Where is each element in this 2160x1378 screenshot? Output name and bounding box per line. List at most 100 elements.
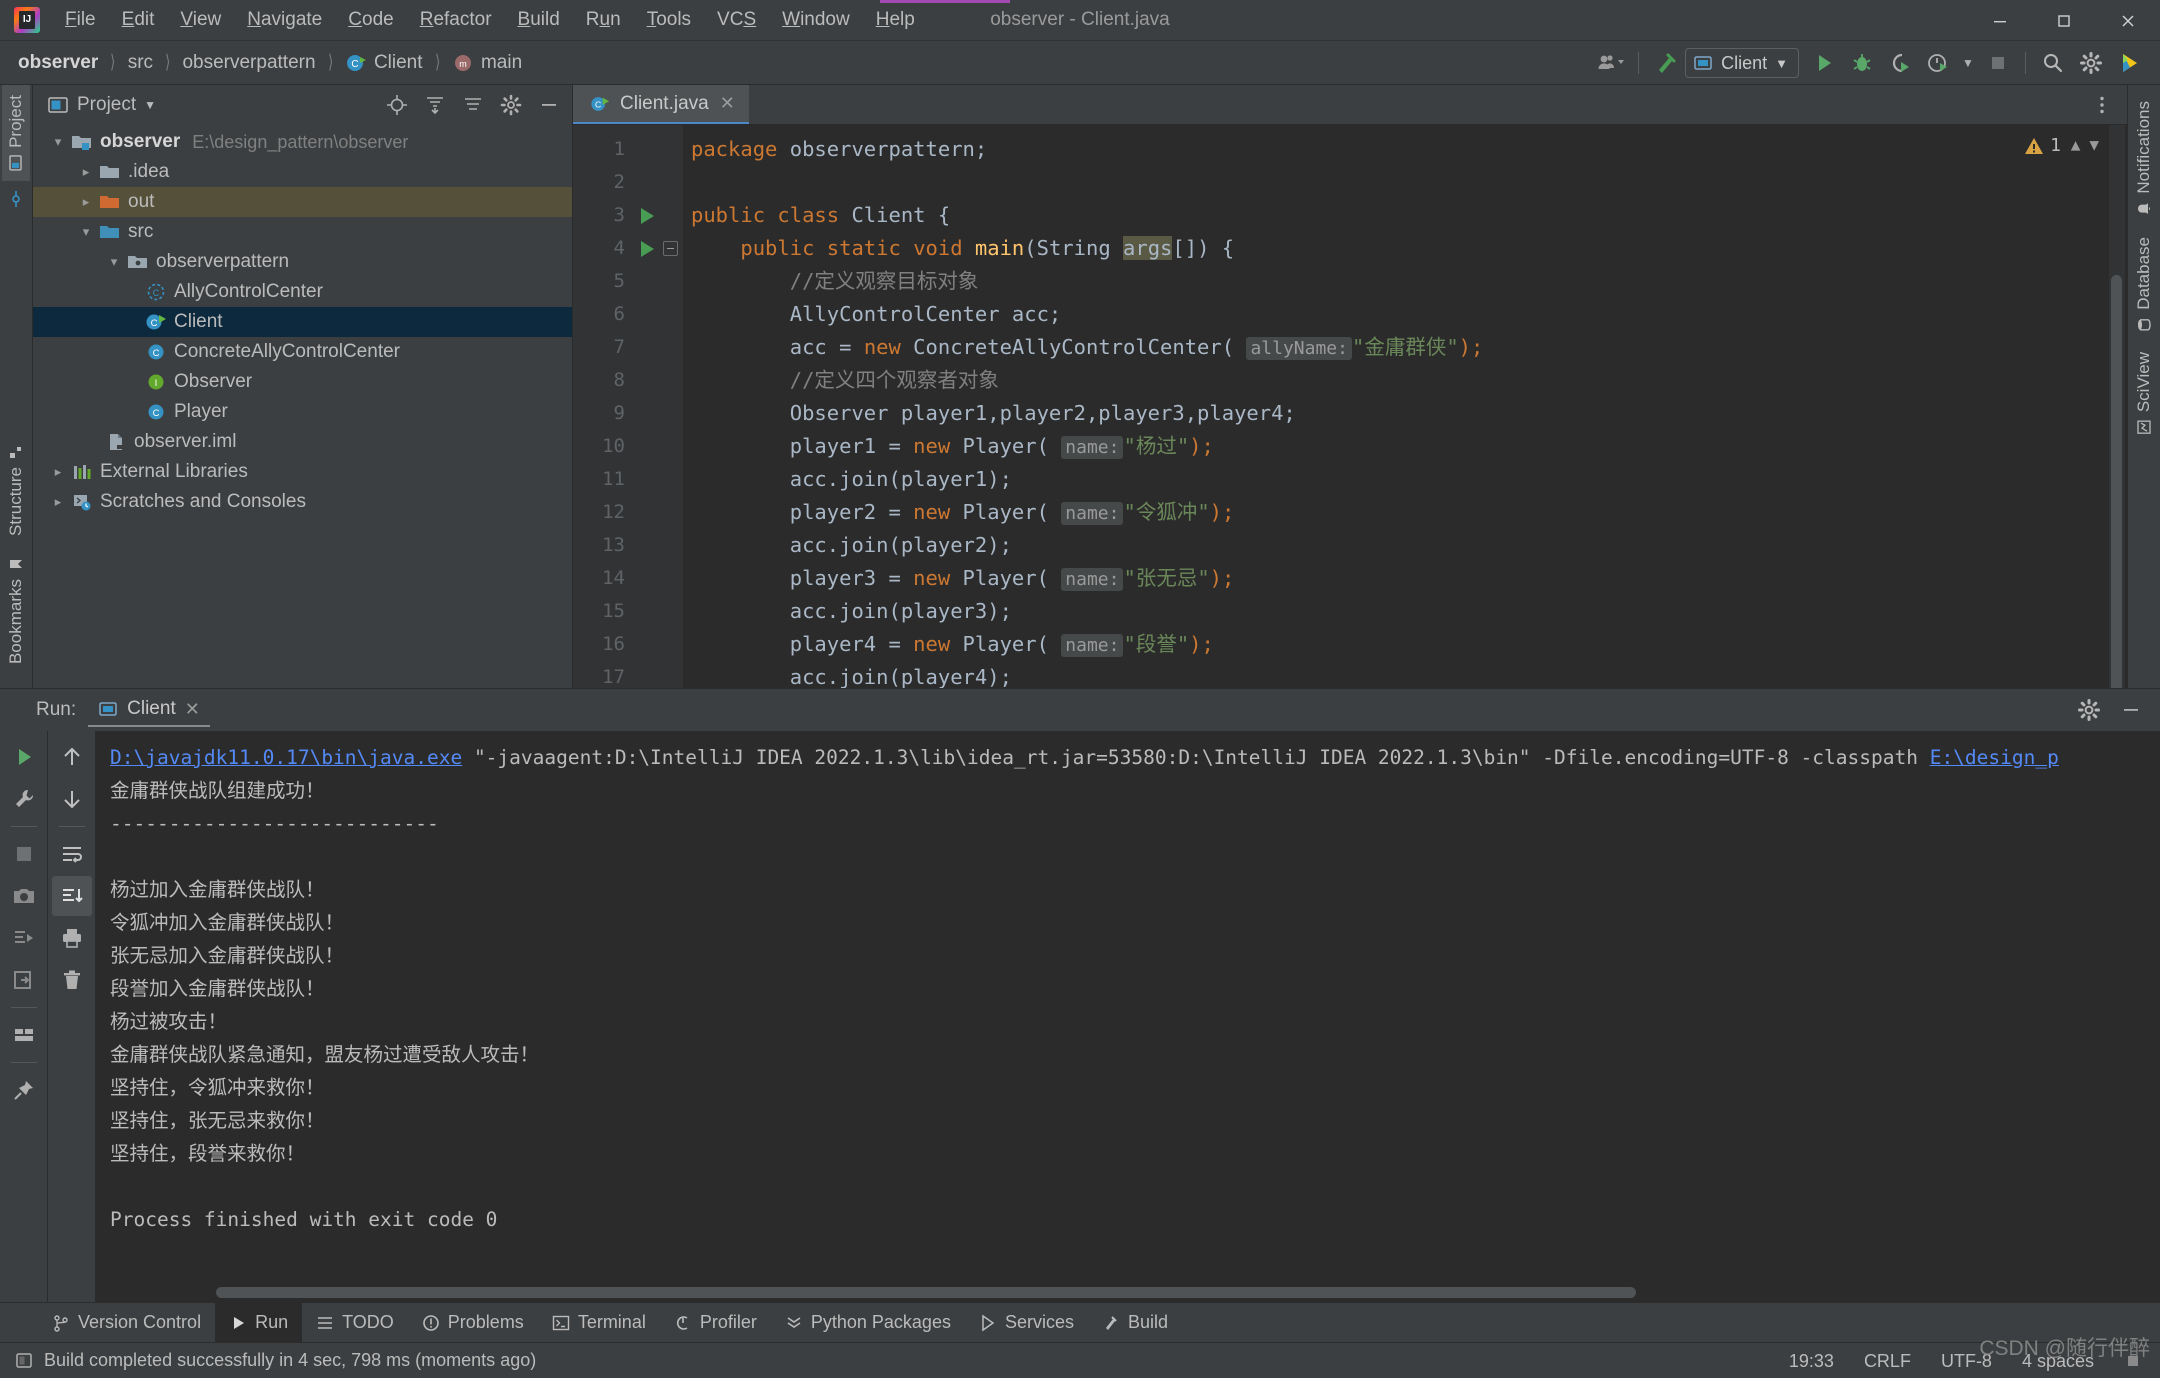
tree-item-concreteallycontrolcenter[interactable]: C ConcreteAllyControlCenter	[33, 337, 572, 367]
bottom-tab-profiler[interactable]: Profiler	[660, 1303, 771, 1342]
hide-panel-icon[interactable]	[534, 90, 564, 120]
menu-tools[interactable]: Tools	[634, 6, 704, 34]
chevron-right-icon[interactable]: ▸	[47, 494, 69, 510]
run-icon[interactable]	[1805, 44, 1843, 82]
chevron-right-icon[interactable]: ▸	[47, 464, 69, 480]
bottom-tab-todo[interactable]: TODO	[302, 1303, 408, 1342]
sidebar-item-database[interactable]: Database	[2130, 227, 2158, 343]
bottom-tab-python-packages[interactable]: Python Packages	[771, 1303, 965, 1342]
sidebar-item-sciview[interactable]: SciView	[2130, 342, 2158, 445]
menu-file[interactable]: File	[52, 6, 109, 34]
console-horizontal-scrollbar[interactable]	[216, 1287, 1636, 1298]
chevron-down-icon[interactable]: ▾	[75, 224, 97, 240]
read-write-icon[interactable]	[2124, 1352, 2142, 1370]
settings-gear-icon[interactable]	[496, 90, 526, 120]
editor-scrollbar-thumb[interactable]	[2111, 275, 2122, 688]
scroll-to-end-icon[interactable]	[51, 876, 92, 916]
maximize-button[interactable]	[2032, 0, 2096, 41]
camera-snapshot-icon[interactable]	[4, 876, 44, 916]
collapse-all-icon[interactable]	[458, 90, 488, 120]
tree-item-out[interactable]: ▸ out	[33, 187, 572, 217]
rerun-icon[interactable]	[4, 737, 44, 777]
more-options-icon[interactable]	[2083, 86, 2121, 124]
menu-edit[interactable]: Edit	[109, 6, 168, 34]
chevron-down-icon[interactable]: ▾	[103, 254, 125, 270]
chevron-right-icon[interactable]: ▸	[75, 164, 97, 180]
run-console-output[interactable]: D:\javajdk11.0.17\bin\java.exe "-javaage…	[96, 731, 2160, 1302]
code-editor[interactable]: 1 2 3 4 5 6 7 8 9 10 11 12 13 14 15 16 1	[573, 125, 2127, 688]
bottom-tab-problems[interactable]: Problems	[408, 1303, 538, 1342]
run-method-gutter-icon[interactable]	[641, 241, 654, 257]
settings-gear-icon[interactable]	[2072, 44, 2110, 82]
breadcrumb-item-src[interactable]: src	[124, 50, 157, 76]
chevron-down-icon[interactable]: ▾	[47, 134, 69, 150]
classpath-link[interactable]: E:\design_p	[1930, 746, 2059, 769]
expand-all-icon[interactable]	[420, 90, 450, 120]
bottom-tab-version-control[interactable]: Version Control	[38, 1303, 215, 1342]
bottom-tab-build[interactable]: Build	[1088, 1303, 1182, 1342]
status-encoding[interactable]: UTF-8	[1941, 1351, 1992, 1372]
tree-item-player[interactable]: C Player	[33, 397, 572, 427]
stop-icon[interactable]	[4, 834, 44, 874]
tree-item-src[interactable]: ▾ src	[33, 217, 572, 247]
menu-view[interactable]: View	[167, 6, 234, 34]
status-line-separator[interactable]: CRLF	[1864, 1351, 1911, 1372]
tree-item-external-libraries[interactable]: ▸ External Libraries	[33, 457, 572, 487]
inspection-nav[interactable]: ▲ ▼	[2071, 135, 2099, 154]
java-exe-path-link[interactable]: D:\javajdk11.0.17\bin\java.exe	[110, 746, 462, 769]
menu-run[interactable]: Run	[573, 6, 634, 34]
bottom-tab-services[interactable]: Services	[965, 1303, 1088, 1342]
sidebar-item-bookmarks[interactable]: Bookmarks	[2, 546, 30, 674]
wrench-settings-icon[interactable]	[4, 779, 44, 819]
code-content[interactable]: package observerpattern; public class Cl…	[683, 125, 2127, 688]
layout-icon[interactable]	[4, 1015, 44, 1055]
user-dropdown-icon[interactable]	[1592, 44, 1630, 82]
menu-navigate[interactable]: Navigate	[234, 6, 335, 34]
sidebar-item-project[interactable]: Project	[2, 85, 30, 181]
pin-icon[interactable]	[4, 1070, 44, 1110]
bottom-tab-run[interactable]: Run	[215, 1303, 303, 1342]
bottom-tab-terminal[interactable]: Terminal	[538, 1303, 660, 1342]
menu-code[interactable]: Code	[335, 6, 406, 34]
menu-build[interactable]: Build	[505, 6, 573, 34]
run-class-gutter-icon[interactable]	[641, 208, 654, 224]
down-arrow-icon[interactable]	[52, 779, 92, 819]
profiler-icon[interactable]	[1919, 44, 1957, 82]
run-tab-client[interactable]: Client ✕	[88, 693, 210, 727]
tree-item-observer[interactable]: ▾ observer E:\design_pattern\observer	[33, 127, 572, 157]
close-button[interactable]	[2096, 0, 2160, 41]
editor-tab-client-java[interactable]: C Client.java ✕	[573, 85, 749, 124]
locate-target-icon[interactable]	[382, 90, 412, 120]
tree-item-observer-iml[interactable]: observer.iml	[33, 427, 572, 457]
breadcrumb-item-client[interactable]: C Client	[341, 50, 427, 76]
breadcrumb-item-main[interactable]: m main	[448, 50, 526, 76]
breadcrumb-item-observer[interactable]: observer	[14, 50, 102, 76]
status-message-area[interactable]: Build completed successfully in 4 sec, 7…	[14, 1350, 536, 1371]
run-configuration-selector[interactable]: Client ▼	[1685, 48, 1799, 78]
tree-item-allycontrolcenter[interactable]: C AllyControlCenter	[33, 277, 572, 307]
tree-item-client[interactable]: C Client	[33, 307, 572, 337]
menu-vcs[interactable]: VCS	[704, 6, 769, 34]
stop-icon[interactable]	[1979, 44, 2017, 82]
chevron-down-icon[interactable]: ▼	[1957, 44, 1979, 82]
tree-item-observerpattern[interactable]: ▾ observerpattern	[33, 247, 572, 277]
trash-icon[interactable]	[52, 960, 92, 1000]
print-icon[interactable]	[52, 918, 92, 958]
chevron-down-icon[interactable]: ▼	[144, 98, 156, 112]
tree-item-observer-interface[interactable]: I Observer	[33, 367, 572, 397]
close-icon[interactable]: ✕	[718, 93, 737, 114]
menu-help[interactable]: Help	[863, 6, 928, 34]
soft-wrap-icon[interactable]	[52, 834, 92, 874]
ide-assistant-icon[interactable]	[2110, 44, 2148, 82]
settings-gear-icon[interactable]	[2070, 691, 2108, 729]
minimize-button[interactable]	[1968, 0, 2032, 41]
tree-item-idea[interactable]: ▸ .idea	[33, 157, 572, 187]
run-with-coverage-icon[interactable]	[1881, 44, 1919, 82]
hide-panel-icon[interactable]	[2112, 691, 2150, 729]
export-icon[interactable]	[4, 960, 44, 1000]
chevron-down-icon[interactable]: ▼	[2089, 135, 2099, 154]
search-icon[interactable]	[2034, 44, 2072, 82]
hammer-build-icon[interactable]	[1647, 44, 1685, 82]
thread-dump-icon[interactable]	[4, 918, 44, 958]
up-arrow-icon[interactable]	[52, 737, 92, 777]
